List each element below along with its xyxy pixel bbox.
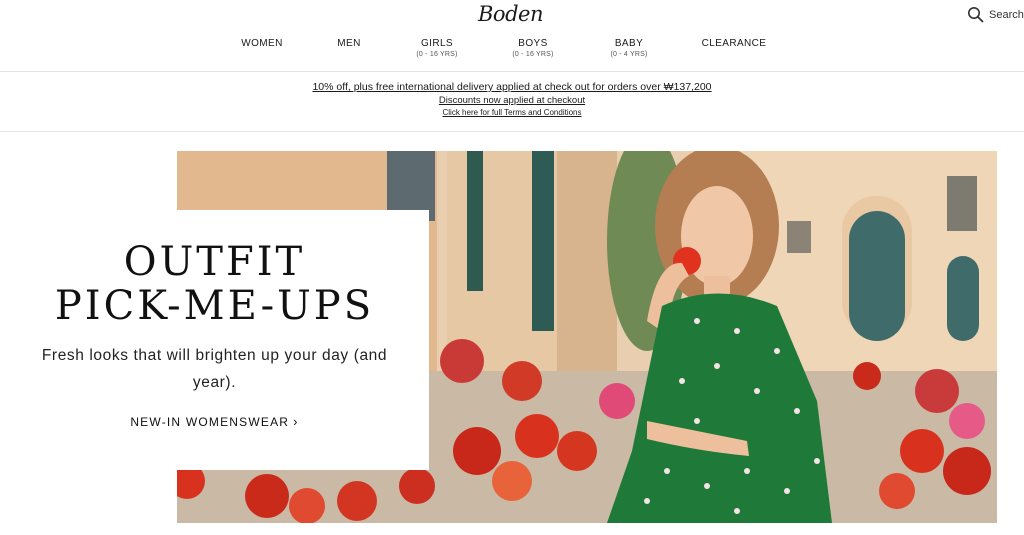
promo-discount-link[interactable]: Discounts now applied at checkout <box>0 94 1024 107</box>
nav-label: BOYS <box>518 38 548 49</box>
cta-label: NEW-IN WOMENSWEAR <box>130 415 290 429</box>
nav-label: WOMEN <box>241 38 283 49</box>
nav-item-women[interactable]: WOMEN <box>241 38 282 49</box>
nav-item-girls[interactable]: GIRLS (0 - 16 YRS) <box>416 38 457 58</box>
nav-item-men[interactable]: MEN <box>337 38 360 49</box>
nav-age-range: (0 - 4 YRS) <box>610 51 648 58</box>
search-icon <box>967 6 984 23</box>
divider <box>0 131 1024 132</box>
terms-link[interactable]: Click here for full Terms and Conditions <box>0 107 1024 119</box>
new-in-womenswear-link[interactable]: NEW-IN WOMENSWEAR › <box>0 414 429 429</box>
nav-age-range: (0 - 16 YRS) <box>416 51 458 58</box>
search-label: Search <box>989 8 1024 21</box>
nav-age-range: (0 - 16 YRS) <box>512 51 554 58</box>
hero-subline: Fresh looks that will brighten up your d… <box>41 347 388 391</box>
brand-logo[interactable]: Boden <box>478 2 543 26</box>
site-header: Boden Search WOMEN MEN GIRLS (0 - 16 YRS… <box>0 0 1024 72</box>
hero-headline-line: PICK-ME-UPS <box>54 283 375 329</box>
promo-offer-link[interactable]: 10% off, plus free international deliver… <box>0 80 1024 94</box>
promo-banner: 10% off, plus free international deliver… <box>0 80 1024 119</box>
main-nav: WOMEN MEN GIRLS (0 - 16 YRS) BOYS (0 - 1… <box>0 38 1024 68</box>
hero-headline-line: OUTFIT <box>123 239 306 285</box>
chevron-right-icon: › <box>293 414 299 429</box>
search-button[interactable]: Search <box>967 6 1024 23</box>
nav-item-clearance[interactable]: CLEARANCE <box>702 38 767 49</box>
nav-item-baby[interactable]: BABY (0 - 4 YRS) <box>610 38 647 58</box>
nav-label: GIRLS <box>420 38 453 49</box>
nav-label: MEN <box>337 38 361 49</box>
hero-text-card: OUTFIT PICK-ME-UPS Fresh looks that will… <box>0 210 429 470</box>
nav-label: CLEARANCE <box>701 38 767 49</box>
nav-label: BABY <box>614 38 644 49</box>
nav-item-boys[interactable]: BOYS (0 - 16 YRS) <box>512 38 553 58</box>
hero-headline: OUTFIT PICK-ME-UPS <box>0 240 429 328</box>
